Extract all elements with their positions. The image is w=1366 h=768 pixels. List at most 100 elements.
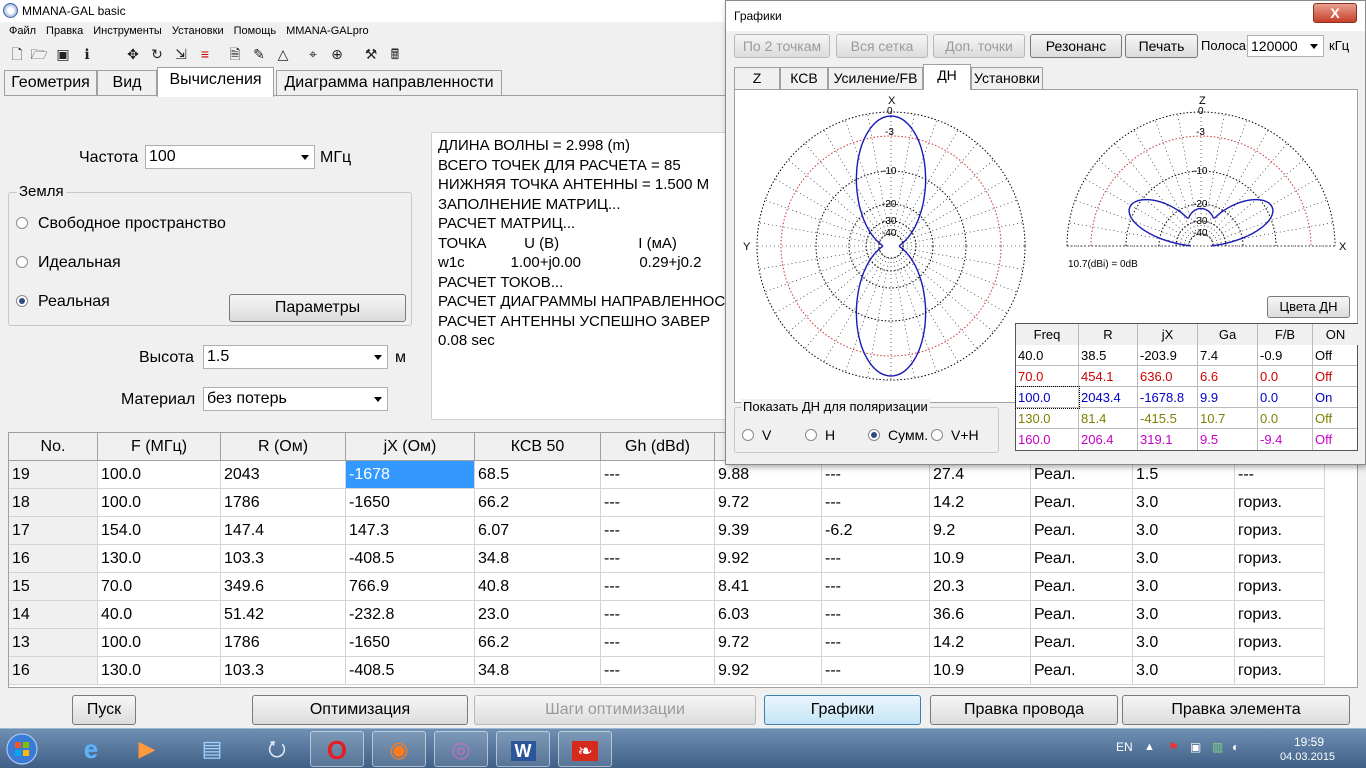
edit-icon[interactable]: ✎ [250, 45, 268, 63]
table-cell[interactable]: 10.9 [930, 657, 1031, 685]
row-number-cell[interactable]: 13 [9, 629, 98, 657]
table-cell[interactable]: Реал. [1031, 601, 1133, 629]
freq-table-cell[interactable]: 10.7 [1198, 408, 1258, 429]
table-cell[interactable]: Реал. [1031, 657, 1133, 685]
freq-table-cell[interactable]: -203.9 [1138, 345, 1198, 366]
table-cell[interactable]: 20.3 [930, 573, 1031, 601]
menu-help[interactable]: Помощь [229, 22, 282, 40]
table-cell[interactable]: Реал. [1031, 545, 1133, 573]
segment-icon[interactable]: ≡ [196, 45, 214, 63]
freq-table-cell[interactable]: 0.0 [1258, 408, 1313, 429]
windows-start-icon[interactable] [0, 731, 44, 767]
table-cell[interactable]: --- [601, 517, 715, 545]
table-cell[interactable]: --- [601, 573, 715, 601]
freq-table-cell[interactable]: 160.0 [1016, 429, 1079, 450]
flag-icon[interactable]: ⚑ [1168, 740, 1179, 768]
table-cell[interactable]: 1786 [221, 489, 346, 517]
table-cell[interactable]: 14.2 [930, 489, 1031, 517]
results-table[interactable]: No. F (МГц) R (Ом) jX (Ом) КСВ 50 Gh (dB… [8, 432, 1358, 688]
table-cell[interactable]: --- [822, 573, 930, 601]
opera-icon[interactable]: O [310, 731, 364, 767]
menu-file[interactable]: Файл [0, 22, 41, 40]
table-cell[interactable]: Реал. [1031, 517, 1133, 545]
table-cell[interactable]: 100.0 [98, 461, 221, 489]
table-cell[interactable]: -6.2 [822, 517, 930, 545]
table-row[interactable]: 16 130.0 103.3 -408.5 34.8 --- 9.92 --- 10.9 Реал… [9, 657, 1357, 685]
gtab-z[interactable]: Z [734, 67, 780, 89]
table-cell[interactable]: 34.8 [475, 657, 601, 685]
menu-edit[interactable]: Правка [41, 22, 88, 40]
table-cell[interactable]: 1.5 [1133, 461, 1235, 489]
parameters-button[interactable]: Параметры [229, 294, 406, 322]
pol-sum-radio[interactable]: Сумм. [868, 427, 928, 443]
table-cell[interactable]: 23.0 [475, 601, 601, 629]
table-cell[interactable]: 3.0 [1133, 601, 1235, 629]
table-cell[interactable]: 36.6 [930, 601, 1031, 629]
pol-vh-radio[interactable]: V+H [931, 427, 979, 443]
table-cell[interactable]: 66.2 [475, 629, 601, 657]
ground-free-space-radio[interactable]: Свободное пространство [16, 215, 226, 233]
table-cell[interactable]: --- [1235, 461, 1325, 489]
table-cell[interactable]: гориз. [1235, 517, 1325, 545]
page-icon[interactable]: 🗎 [226, 45, 244, 63]
freq-table-cell[interactable]: 7.4 [1198, 345, 1258, 366]
edit-element-button[interactable]: Правка элемента [1122, 695, 1350, 725]
table-cell[interactable]: гориз. [1235, 629, 1325, 657]
pol-h-radio[interactable]: H [805, 427, 835, 443]
table-cell[interactable]: 349.6 [221, 573, 346, 601]
table-cell[interactable]: -408.5 [346, 657, 475, 685]
col-header-gh[interactable]: Gh (dBd) [601, 433, 715, 461]
col-header-no[interactable]: No. [9, 433, 98, 461]
freq-table-row[interactable]: 70.0 454.1 636.0 6.6 0.0 Off [1016, 366, 1357, 387]
table-cell[interactable]: Реал. [1031, 489, 1133, 517]
table-cell[interactable]: Реал. [1031, 573, 1133, 601]
table-cell[interactable]: -232.8 [346, 601, 475, 629]
table-cell[interactable]: 34.8 [475, 545, 601, 573]
band-combo[interactable]: 120000 [1247, 35, 1324, 57]
freq-table-cell[interactable]: 206.4 [1079, 429, 1138, 450]
monitor-icon[interactable]: ▣ [1190, 740, 1201, 768]
freq-table-cell[interactable]: 40.0 [1016, 345, 1079, 366]
table-cell[interactable]: Реал. [1031, 461, 1133, 489]
freq-table-cell[interactable]: Off [1313, 408, 1358, 429]
freq-table-cell[interactable]: 319.1 [1138, 429, 1198, 450]
table-row[interactable]: 13 100.0 1786 -1650 66.2 --- 9.72 --- 14.2 Реал. 3… [9, 629, 1357, 657]
table-cell[interactable]: 3.0 [1133, 489, 1235, 517]
table-cell[interactable]: 154.0 [98, 517, 221, 545]
pattern-colors-button[interactable]: Цвета ДН [1267, 296, 1350, 318]
ground-ideal-radio[interactable]: Идеальная [16, 254, 121, 272]
freq-table-cell[interactable]: 130.0 [1016, 408, 1079, 429]
ground-real-radio[interactable]: Реальная [16, 293, 110, 311]
table-cell[interactable]: 9.92 [715, 657, 822, 685]
word-icon[interactable]: W [496, 731, 550, 767]
frequency-table[interactable]: Freq R jX Ga F/B ON 40.0 38.5 -203.9 7.4 -0.… [1015, 323, 1358, 451]
tab-geometry[interactable]: Геометрия [4, 70, 97, 96]
move-icon[interactable]: ✥ [124, 45, 142, 63]
table-cell[interactable]: гориз. [1235, 545, 1325, 573]
table-cell[interactable]: 40.8 [475, 573, 601, 601]
table-cell[interactable]: 2043 [221, 461, 346, 489]
table-cell[interactable]: 147.3 [346, 517, 475, 545]
two-points-button[interactable]: По 2 точкам [734, 34, 830, 58]
table-cell[interactable]: 9.2 [930, 517, 1031, 545]
table-row[interactable]: 14 40.0 51.42 -232.8 23.0 --- 6.03 --- 36.6 Реал.… [9, 601, 1357, 629]
freq-table-cell[interactable]: Off [1313, 429, 1358, 450]
table-cell[interactable]: 9.72 [715, 629, 822, 657]
gtab-settings[interactable]: Установки [971, 67, 1043, 89]
table-cell[interactable]: --- [822, 545, 930, 573]
row-number-cell[interactable]: 19 [9, 461, 98, 489]
table-cell[interactable]: 9.39 [715, 517, 822, 545]
table-cell[interactable]: гориз. [1235, 573, 1325, 601]
col-header-freq[interactable]: F (МГц) [98, 433, 221, 461]
pdf-icon[interactable]: ❧ [558, 731, 612, 767]
freq-table-cell[interactable]: -0.9 [1258, 345, 1313, 366]
row-number-cell[interactable]: 15 [9, 573, 98, 601]
table-cell[interactable]: -1678 [346, 461, 475, 489]
print-button[interactable]: Печать [1125, 34, 1198, 58]
freq-table-cell[interactable]: 9.9 [1198, 387, 1258, 408]
target-icon[interactable]: ⌖ [304, 45, 322, 63]
table-cell[interactable]: --- [601, 489, 715, 517]
table-cell[interactable]: 3.0 [1133, 573, 1235, 601]
table-row[interactable]: 16 130.0 103.3 -408.5 34.8 --- 9.92 --- 10.9 Реал… [9, 545, 1357, 573]
calculator-icon[interactable]: 🖩 [386, 45, 404, 63]
